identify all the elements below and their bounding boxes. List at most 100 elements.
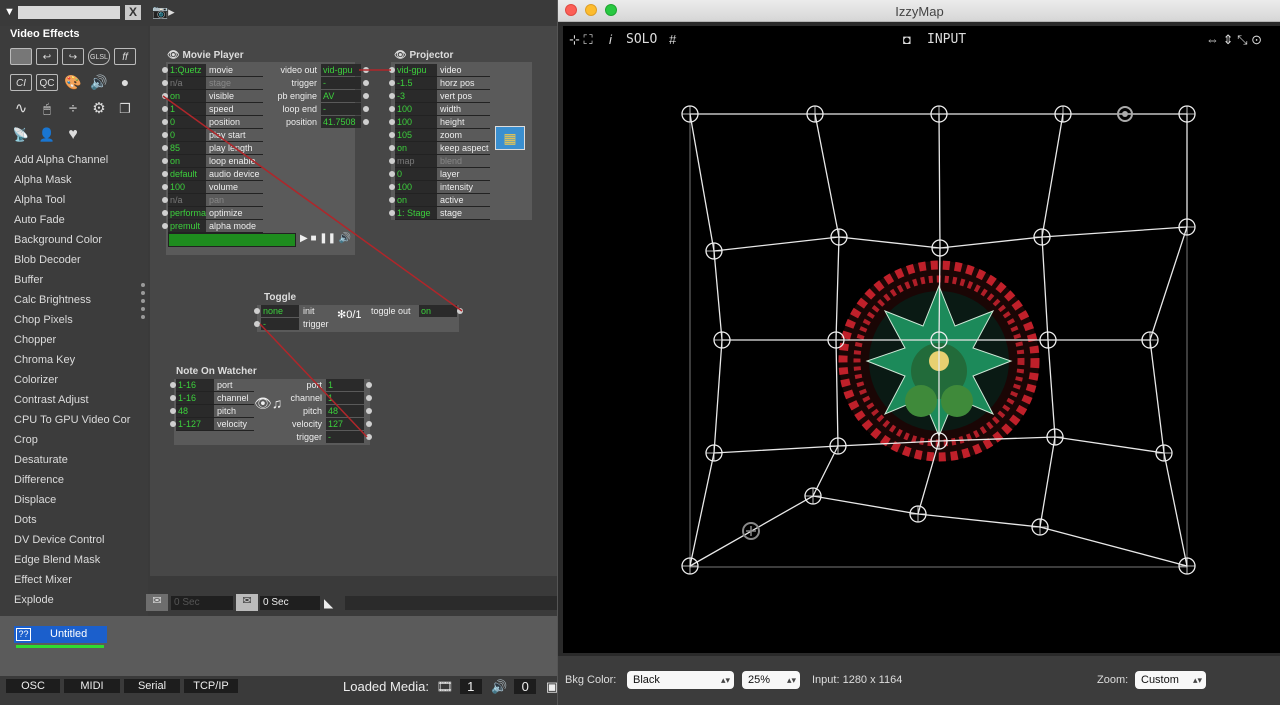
video-effects-category-icon[interactable] [10,48,32,65]
note-on-watcher-actor[interactable]: 1-16 port 1-16 channel 48 pitch 1-127 velocity p… [170,379,372,445]
coreimage-category-icon[interactable]: CI [10,74,32,91]
input-port[interactable] [254,321,260,327]
output-port[interactable] [366,408,372,414]
mesh-point-handle[interactable] [681,105,699,123]
osc-button[interactable]: OSC [6,679,60,693]
input-value[interactable]: premult [168,220,206,232]
actor-list-item[interactable]: Colorizer [14,374,58,386]
mouse-icon[interactable]: 🖱 [36,100,58,117]
map-stage[interactable]: ⊹ ⛶ i SOLO # ◘ INPUT ⇔ ⇕ ⤡ ⊙ [563,26,1280,653]
actor-list-item[interactable]: Chopper [14,334,56,346]
gear-icon[interactable]: ⚙ [88,100,110,117]
input-value[interactable]: 100 [395,103,437,115]
output-port[interactable] [363,80,369,86]
actor-list-item[interactable]: Alpha Mask [14,174,71,186]
fade-in-icon[interactable]: ✉ [146,594,168,611]
output-port[interactable] [366,421,372,427]
actor-list-item[interactable]: Chop Pixels [14,314,73,326]
output-port[interactable] [366,382,372,388]
actor-list-item[interactable]: Contrast Adjust [14,394,89,406]
ffgl-category-icon[interactable]: ff [114,48,136,65]
mesh-point-handle[interactable] [1033,228,1051,246]
antenna-icon[interactable]: 📡 [10,126,32,143]
input-value[interactable]: on [168,155,206,167]
input-value[interactable]: - [261,318,299,330]
actor-list-item[interactable]: Chroma Key [14,354,75,366]
windows-icon[interactable]: ❐ [114,100,136,117]
input-value[interactable]: 100 [395,116,437,128]
mesh-point-handle[interactable] [1178,557,1196,575]
output-port[interactable] [363,119,369,125]
patch-canvas[interactable]: 1:Quetz movie n/a stage on visible 1 speed 0 posi… [150,26,557,576]
actor-list-item[interactable]: Background Color [14,234,102,246]
output-port[interactable] [363,93,369,99]
actor-list-item[interactable]: Dots [14,514,37,526]
actor-list-item[interactable]: Displace [14,494,56,506]
mesh-point-handle[interactable] [1039,331,1057,349]
mesh-point-handle[interactable] [713,331,731,349]
input-value[interactable]: on [395,142,437,154]
clear-search-button[interactable]: X [125,5,141,20]
output-port[interactable] [363,106,369,112]
palette-icon[interactable]: 🎨 [62,74,84,91]
input-value[interactable]: map [395,155,437,167]
collapse-triangle-icon[interactable]: ▼ [4,6,15,18]
actor-list-item[interactable]: Alpha Tool [14,194,65,206]
mesh-point-handle[interactable] [930,331,948,349]
actor-list-item[interactable]: Desaturate [14,454,68,466]
input-value[interactable]: none [261,305,299,317]
input-value[interactable]: vid-gpu [395,64,437,76]
output-port[interactable] [363,67,369,73]
transport-controls[interactable]: ▶ ■ ❚❚ 🔊 [300,233,351,244]
input-value[interactable]: n/a [168,194,206,206]
tcpip-button[interactable]: TCP/IP [184,679,238,693]
mesh-point-handle[interactable] [1054,105,1072,123]
mesh-point-handle[interactable] [931,239,949,257]
actor-list-item[interactable]: Auto Fade [14,214,65,226]
mesh-point-handle[interactable] [827,331,845,349]
playback-progress-bar[interactable] [168,233,296,247]
output-port[interactable] [366,434,372,440]
mesh-point-handle[interactable] [830,228,848,246]
mesh-point-handle[interactable] [804,487,822,505]
actor-list-item[interactable]: Edge Blend Mask [14,554,100,566]
input-value[interactable]: 1:Quetz [168,64,206,76]
actor-list-item[interactable]: Effect Mixer [14,574,72,586]
input-value[interactable]: 1 [168,103,206,115]
input-value[interactable]: 48 [176,405,214,417]
actor-search-input[interactable] [18,6,120,19]
quartz-category-icon[interactable]: QC [36,74,58,91]
input-value[interactable]: 1-16 [176,392,214,404]
mesh-point-handle[interactable] [1031,518,1049,536]
scroll-handle[interactable] [141,283,145,323]
movie-player-actor[interactable]: 1:Quetz movie n/a stage on visible 1 speed 0 posi… [162,62,369,255]
input-value[interactable]: 1-127 [176,418,214,430]
actor-list-item[interactable]: Buffer [14,274,43,286]
heart-icon[interactable]: ♥ [62,126,84,143]
input-value[interactable]: 85 [168,142,206,154]
fade-out-time-field[interactable]: 0 Sec [260,596,320,610]
input-value[interactable]: 105 [395,129,437,141]
mesh-point-handle[interactable] [930,432,948,450]
actor-list-item[interactable]: Explode [14,594,54,606]
opacity-select[interactable]: 25% ▴▾ [742,671,800,689]
input-value[interactable]: n/a [168,77,206,89]
mesh-point-handle[interactable] [806,105,824,123]
fade-time-field[interactable]: 0 Sec [171,596,233,610]
mesh-point-handle[interactable] [930,105,948,123]
input-value[interactable]: -3 [395,90,437,102]
projector-actor[interactable]: vid-gpu video -1.5 horz pos -3 vert pos 100 wid… [389,62,532,220]
mesh-point-handle[interactable] [1046,428,1064,446]
ramp-icon[interactable]: ◣ [324,596,333,610]
input-value[interactable]: 0 [168,116,206,128]
input-value[interactable]: 1: Stage [395,207,437,219]
input-value[interactable]: on [168,90,206,102]
input-value[interactable]: -1.5 [395,77,437,89]
actor-list-item[interactable]: Blob Decoder [14,254,81,266]
izzymap-icon[interactable]: ▦ [495,126,525,150]
actor-list-item[interactable]: CPU To GPU Video Cor [14,414,130,426]
actor-list-item[interactable]: Calc Brightness [14,294,91,306]
speaker-icon[interactable]: 🔊 [88,74,110,91]
fade-out-icon[interactable]: ✉ [236,594,258,611]
input-value[interactable]: performa [168,207,206,219]
